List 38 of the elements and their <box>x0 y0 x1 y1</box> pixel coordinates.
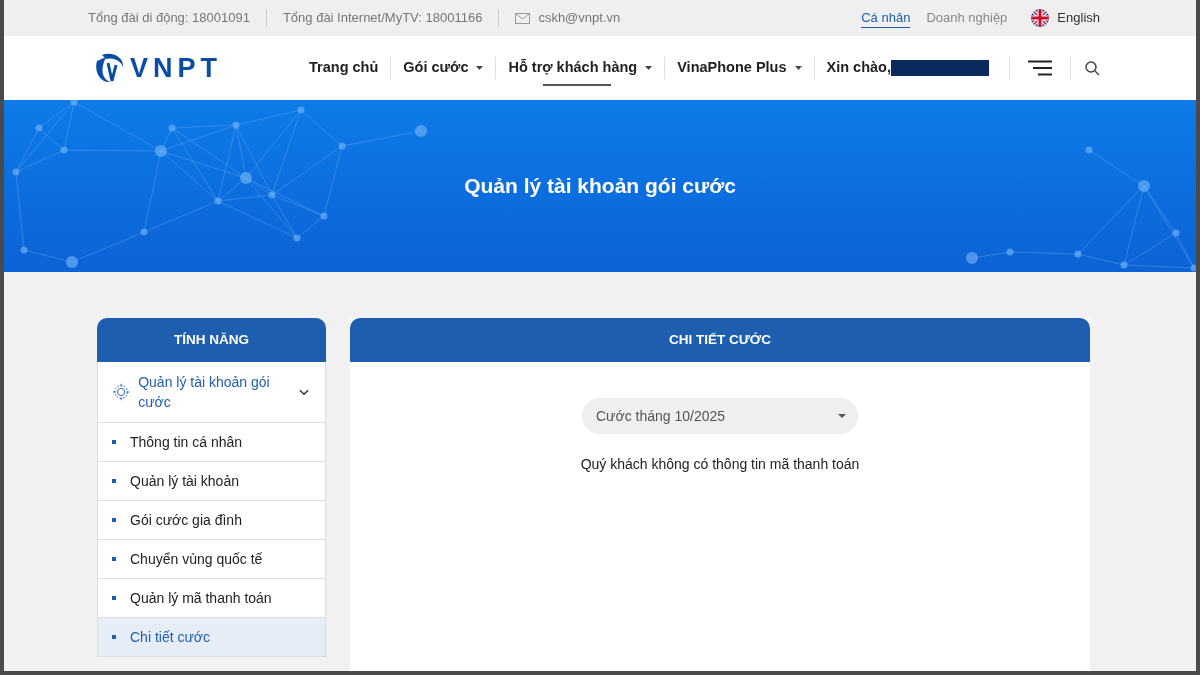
hotline-text: Tổng đài Internet/MyTV: 18001166 <box>282 9 483 28</box>
nav-link[interactable]: Gói cước <box>391 48 496 88</box>
menu-icon[interactable] <box>1028 60 1052 76</box>
bullet-icon <box>112 635 116 639</box>
panel-header: CHI TIẾT CƯỚC <box>350 318 1090 362</box>
nav-link[interactable]: VinaPhone Plus <box>665 48 814 88</box>
caret-icon <box>838 414 846 418</box>
mail-icon <box>515 12 531 24</box>
sidebar-header: TÍNH NĂNG <box>97 318 326 362</box>
language-link[interactable]: English <box>1057 8 1100 28</box>
sidebar-item[interactable]: Quản lý tài khoản <box>97 462 326 501</box>
ornament-icon <box>112 382 131 402</box>
caret-icon <box>476 66 484 70</box>
sidebar-item[interactable]: Gói cước gia đình <box>97 501 326 540</box>
nav-link[interactable]: Hỗ trợ khách hàng <box>496 48 665 88</box>
sidebar-item[interactable]: Chi tiết cước <box>97 618 326 657</box>
bullet-icon <box>112 479 116 483</box>
bullet-icon <box>112 518 116 522</box>
search-icon[interactable] <box>1085 60 1100 76</box>
email-link[interactable]: cskh@vnpt.vn <box>538 8 621 28</box>
sidebar-item[interactable]: Chuyển vùng quốc tế <box>97 540 326 579</box>
empty-message: Quý khách không có thông tin mã thanh toán <box>580 455 860 474</box>
greeting-text: Xin chào, <box>826 58 891 78</box>
sidebar-group[interactable]: Quản lý tài khoản gói cước <box>97 362 326 423</box>
bullet-icon <box>112 596 116 600</box>
segment-link[interactable]: Cá nhân <box>861 7 911 29</box>
caret-icon <box>645 66 653 70</box>
caret-icon <box>794 66 802 70</box>
bullet-icon <box>112 557 116 561</box>
sidebar-item[interactable]: Quản lý mã thanh toán <box>97 579 326 618</box>
nav-link[interactable]: Trang chủ <box>297 48 391 88</box>
logo-text: VNPT <box>130 51 222 85</box>
uk-flag-icon <box>1031 9 1050 27</box>
hotline-text: Tổng đài di động: 18001091 <box>88 9 250 28</box>
page-title: Quản lý tài khoản gói cước <box>464 173 736 200</box>
month-select[interactable]: Cước tháng 10/2025 <box>582 398 858 434</box>
sidebar-item[interactable]: Thông tin cá nhân <box>97 423 326 462</box>
bullet-icon <box>112 440 116 444</box>
